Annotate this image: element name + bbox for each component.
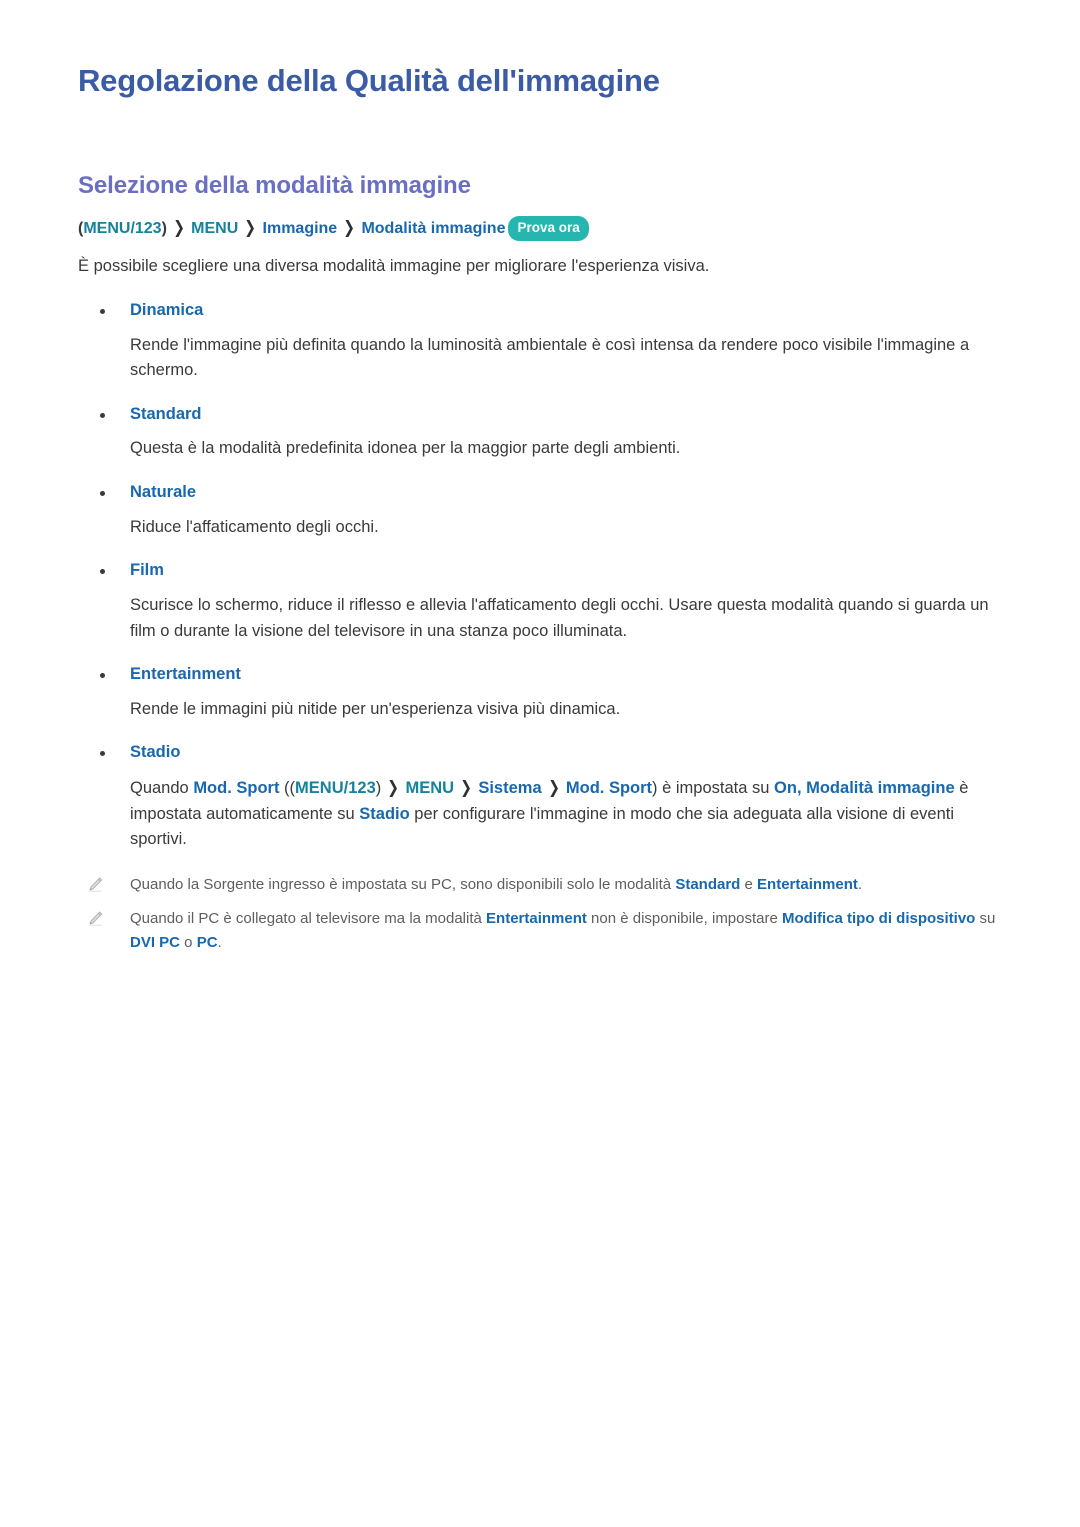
stadio-stadio: Stadio [359, 804, 410, 823]
breadcrumb-item-modalita-immagine[interactable]: Modalità immagine [361, 220, 505, 237]
note-text-3: su [975, 910, 996, 928]
prova-ora-badge[interactable]: Prova ora [508, 216, 589, 241]
bullet-icon [100, 751, 105, 757]
mode-label-text: Stadio [130, 743, 181, 762]
pencil-icon [87, 910, 104, 927]
chevron-right-icon: ❯ [460, 778, 473, 798]
mode-label-text: Film [130, 561, 164, 580]
breadcrumb-close-paren: ) [161, 220, 167, 238]
mode-label-dinamica: Dinamica [78, 298, 1008, 323]
bullet-icon [100, 569, 105, 575]
list-item: Stadio Quando Mod. Sport ((MENU/123) ❯ MEN… [78, 740, 1008, 852]
mode-label-stadio: Stadio [78, 740, 1008, 765]
note-item: Quando il PC è collegato al televisore m… [78, 907, 1008, 956]
mode-description-stadio: Quando Mod. Sport ((MENU/123) ❯ MENU ❯ Siste… [78, 775, 1008, 853]
mode-description-film: Scurisce lo schermo, riduce il riflesso … [130, 596, 989, 640]
mode-description-naturale: Riduce l'affaticamento degli occhi. [130, 517, 379, 536]
mode-label-film: Film [78, 558, 1008, 583]
mode-description-entertainment: Rende le immagini più nitide per un'espe… [130, 699, 621, 718]
bullet-icon [100, 673, 105, 679]
note-text-3: . [857, 875, 863, 893]
list-item: Standard Questa è la modalità predefinit… [78, 402, 1008, 462]
note-term-dvi-pc: DVI PC [130, 934, 181, 952]
chevron-right-icon: ❯ [244, 218, 257, 238]
mode-label-standard: Standard [78, 402, 1008, 427]
chevron-right-icon: ❯ [173, 218, 185, 238]
stadio-mod-sport-1: Mod. Sport [193, 779, 280, 798]
stadio-text-1: Quando [130, 779, 194, 798]
list-item: Dinamica Rende l'immagine più definita q… [78, 298, 1008, 384]
list-item: Naturale Riduce l'affaticamento degli oc… [78, 480, 1008, 540]
note-text-2: non è disponibile, impostare [586, 910, 783, 928]
breadcrumb: (MENU/123) ❯ MENU ❯ Immagine ❯ Modalità immagi… [78, 215, 1008, 241]
stadio-text-3: ) è impostata su [652, 779, 775, 798]
note-text-1: Quando la Sorgente ingresso è impostata … [130, 875, 676, 893]
note-text-1: Quando il PC è collegato al televisore m… [130, 910, 487, 928]
intro-paragraph: È possibile scegliere una diversa modali… [78, 257, 710, 276]
breadcrumb-item-menu123[interactable]: MENU/123 [83, 220, 161, 237]
breadcrumb-item-menu[interactable]: MENU [191, 220, 238, 237]
pencil-icon [87, 876, 104, 893]
bullet-icon [100, 490, 105, 496]
document-page: Regolazione della Qualità dell'immagine … [0, 0, 1080, 1527]
note-term-standard: Standard [675, 875, 741, 893]
list-item: Entertainment Rende le immagini più niti… [78, 662, 1008, 722]
notes-list: Quando la Sorgente ingresso è impostata … [78, 873, 1008, 956]
page-title: Regolazione della Qualità dell'immagine [78, 63, 660, 98]
note-term-modifica-tipo-dispositivo: Modifica tipo di dispositivo [782, 910, 976, 928]
mode-label-text: Dinamica [130, 300, 204, 319]
note-text-2: e [740, 875, 758, 893]
stadio-on-modalita: On, Modalità immagine [774, 779, 955, 798]
stadio-text-2: (( [279, 779, 296, 798]
stadio-menu: MENU [405, 779, 455, 798]
note-term-entertainment: Entertainment [486, 910, 587, 928]
section-title: Selezione della modalità immagine [78, 172, 471, 200]
bullet-icon [100, 412, 105, 418]
mode-description-standard: Questa è la modalità predefinita idonea … [130, 439, 681, 458]
stadio-menu123: MENU/123 [295, 779, 376, 798]
mode-label-text: Naturale [130, 482, 197, 501]
bullet-icon [100, 308, 105, 314]
note-text-4: o [180, 934, 197, 952]
chevron-right-icon: ❯ [343, 218, 356, 238]
note-term-pc: PC [196, 934, 218, 952]
mode-label-entertainment: Entertainment [78, 662, 1008, 687]
stadio-mod-sport-2: Mod. Sport [565, 779, 653, 798]
chevron-right-icon: ❯ [387, 778, 400, 798]
note-text-5: . [217, 934, 222, 952]
mode-description-dinamica: Rende l'immagine più definita quando la … [130, 335, 970, 380]
chevron-right-icon: ❯ [547, 778, 560, 798]
mode-label-text: Standard [130, 404, 202, 423]
picture-mode-list: Dinamica Rende l'immagine più definita q… [78, 298, 1008, 853]
mode-label-naturale: Naturale [78, 480, 1008, 505]
list-item: Film Scurisce lo schermo, riduce il rifl… [78, 558, 1008, 644]
note-term-entertainment: Entertainment [757, 875, 858, 893]
breadcrumb-item-immagine[interactable]: Immagine [263, 220, 338, 237]
note-item: Quando la Sorgente ingresso è impostata … [78, 873, 1008, 897]
mode-label-text: Entertainment [130, 665, 241, 684]
stadio-sistema: Sistema [478, 779, 542, 798]
